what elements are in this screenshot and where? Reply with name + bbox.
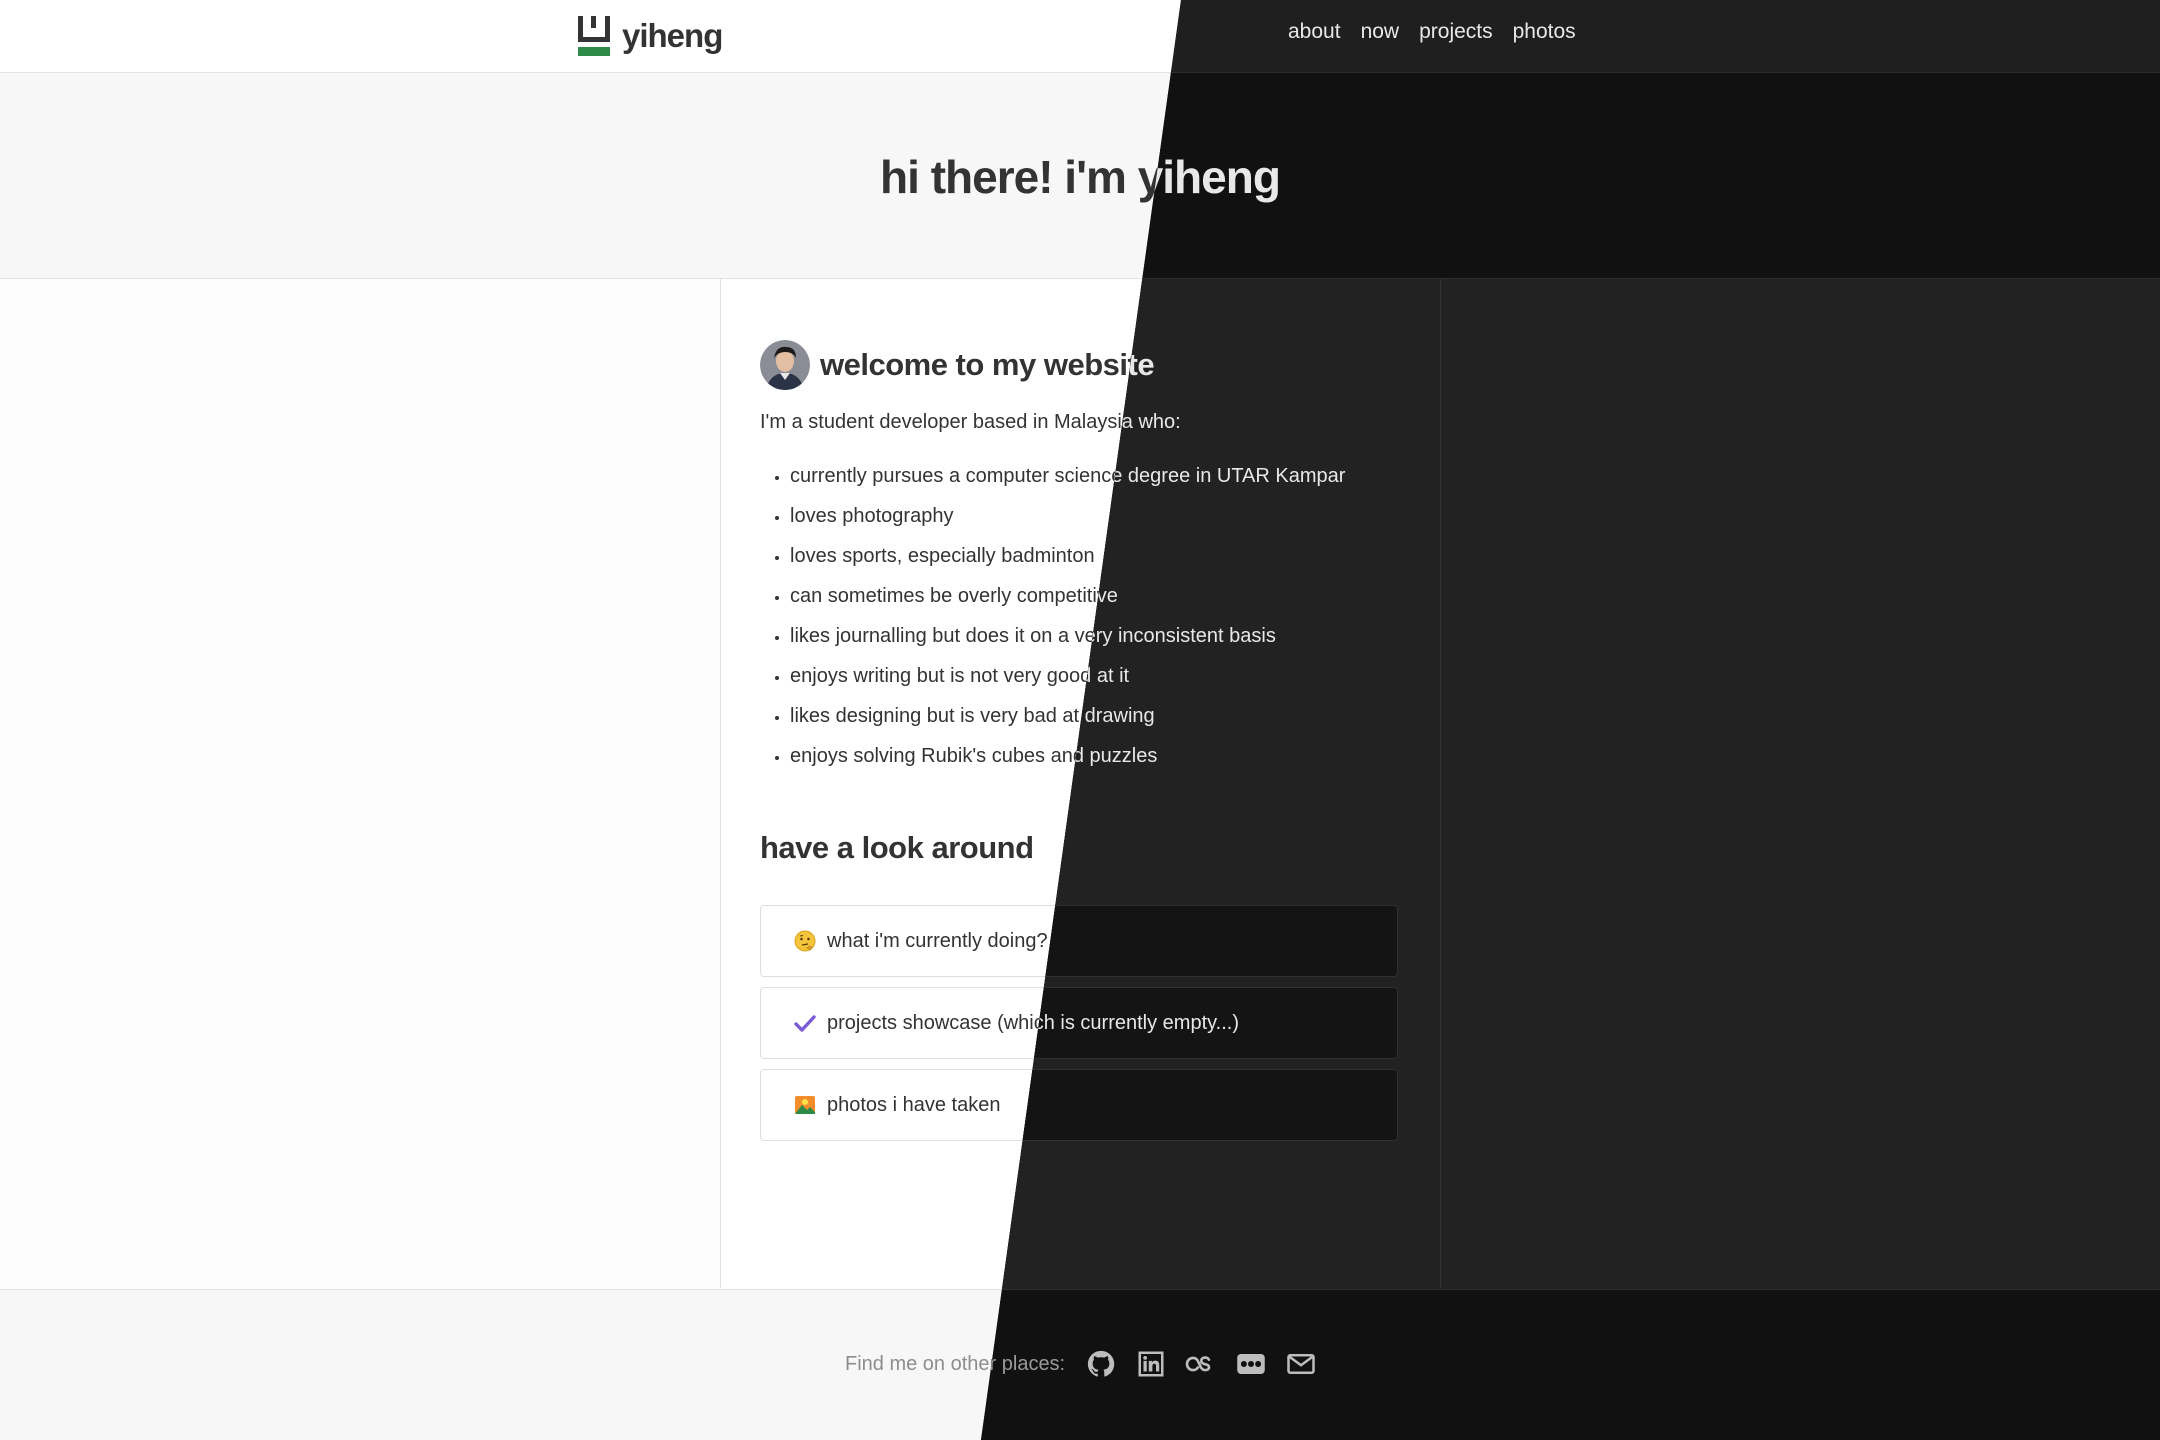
email-icon[interactable] — [1285, 1348, 1317, 1380]
brand-name: yiheng — [622, 17, 723, 54]
avatar — [760, 340, 810, 390]
nav-projects[interactable]: projects — [1419, 20, 1493, 44]
nav-about[interactable]: about — [1288, 20, 1341, 44]
photo-icon — [793, 1093, 817, 1117]
linkedin-icon[interactable] — [1135, 1348, 1167, 1380]
lastfm-icon[interactable] — [1185, 1348, 1217, 1380]
look-around-title: have a look around — [760, 830, 1034, 865]
nav-photos[interactable]: photos — [1513, 20, 1576, 44]
github-icon[interactable] — [1085, 1348, 1117, 1380]
logo-icon — [578, 16, 610, 56]
thinking-face-icon — [793, 929, 817, 953]
card-label: what i'm currently doing? — [827, 929, 1048, 952]
main-nav: about now projects photos — [1288, 20, 1576, 44]
card-label: photos i have taken — [827, 1093, 1001, 1116]
welcome-title: welcome to my website — [820, 347, 1155, 382]
welcome-heading: welcome to my website — [760, 340, 1155, 390]
intro-text: I'm a student developer based in Malaysi… — [760, 411, 1181, 433]
flickr-icon[interactable] — [1235, 1348, 1267, 1380]
checkmark-icon — [793, 1011, 817, 1035]
brand[interactable]: yiheng — [578, 14, 723, 58]
social-links — [1085, 1348, 1317, 1380]
nav-now[interactable]: now — [1361, 20, 1400, 44]
